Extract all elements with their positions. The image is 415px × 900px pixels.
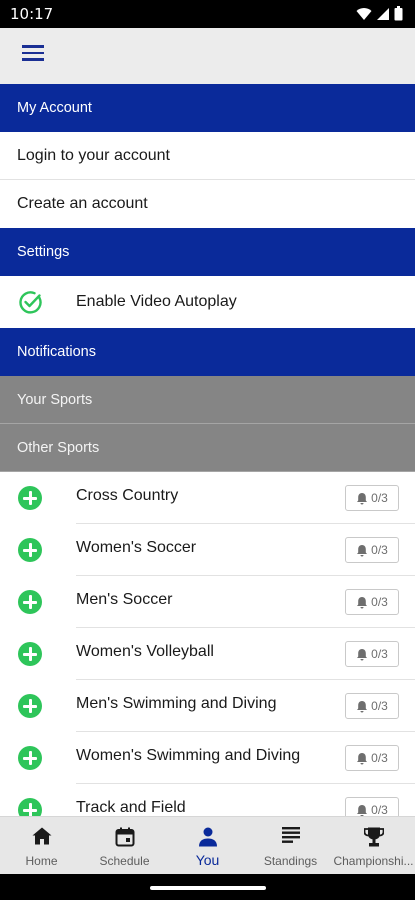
add-sport-icon[interactable] [18,486,42,510]
notification-button[interactable]: 0/3 [345,589,399,615]
signal-icon [377,7,389,20]
app-bar [0,28,415,84]
tab-championships[interactable]: Championshi... [332,817,415,874]
add-sport-icon[interactable] [18,642,42,666]
list-icon [281,827,300,843]
bell-icon [357,700,368,712]
sport-name: Cross Country [76,487,179,504]
person-icon [198,827,217,847]
sport-row: Cross Country 0/3 [0,472,415,524]
notification-count: 0/3 [371,491,388,505]
bell-icon [357,492,368,504]
tab-standings[interactable]: Standings [249,817,332,874]
bell-icon [357,648,368,660]
tab-label: Championshi... [333,854,414,868]
notifications-header: Notifications [0,328,415,376]
bell-icon [357,596,368,608]
status-time: 10:17 [10,5,54,23]
wifi-icon [356,7,372,20]
add-sport-icon[interactable] [18,694,42,718]
your-sports-header: Your Sports [0,376,415,424]
create-account-link[interactable]: Create an account [0,180,415,228]
sport-row: Women's Volleyball 0/3 [0,628,415,680]
notification-button[interactable]: 0/3 [345,693,399,719]
add-sport-icon[interactable] [18,538,42,562]
sport-name: Men's Swimming and Diving [76,695,277,712]
notification-button[interactable]: 0/3 [345,485,399,511]
sport-row: Men's Soccer 0/3 [0,576,415,628]
sport-name: Women's Volleyball [76,643,214,660]
sport-name: Men's Soccer [76,591,173,608]
autoplay-label: Enable Video Autoplay [76,293,237,310]
settings-header: Settings [0,228,415,276]
notification-count: 0/3 [371,595,388,609]
sport-name: Women's Swimming and Diving [76,747,301,764]
notification-button[interactable]: 0/3 [345,537,399,563]
tab-label: Home [25,854,58,868]
bell-icon [357,752,368,764]
sport-name: Track and Field [76,799,186,816]
bell-icon [357,804,368,816]
home-icon [32,827,51,845]
notification-button[interactable]: 0/3 [345,797,399,816]
trophy-icon [363,827,384,847]
sport-row: Men's Swimming and Diving 0/3 [0,680,415,732]
my-account-header: My Account [0,84,415,132]
sport-row: Women's Swimming and Diving 0/3 [0,732,415,784]
hamburger-menu-icon[interactable] [22,45,46,67]
check-circle-icon [19,291,42,314]
bell-icon [357,544,368,556]
sport-row: Track and Field 0/3 [0,784,415,816]
calendar-icon [115,827,134,847]
notification-button[interactable]: 0/3 [345,745,399,771]
status-bar: 10:17 [0,0,415,28]
main-content[interactable]: My Account Login to your account Create … [0,84,415,816]
status-icons [356,6,403,21]
tab-home[interactable]: Home [0,817,83,874]
bottom-tab-bar: Home Schedule You Standings Championshi.… [0,816,415,874]
notification-count: 0/3 [371,699,388,713]
system-nav-bar [0,874,415,900]
battery-icon [394,6,403,21]
notification-count: 0/3 [371,647,388,661]
sport-name: Women's Soccer [76,539,197,556]
other-sports-header: Other Sports [0,424,415,472]
notification-button[interactable]: 0/3 [345,641,399,667]
tab-label: Standings [263,854,318,868]
add-sport-icon[interactable] [18,746,42,770]
login-link[interactable]: Login to your account [0,132,415,180]
home-gesture-pill[interactable] [150,886,266,890]
tab-label: Schedule [99,854,150,868]
tab-label: You [195,852,220,868]
video-autoplay-toggle[interactable]: Enable Video Autoplay [0,276,415,328]
notification-count: 0/3 [371,543,388,557]
add-sport-icon[interactable] [18,798,42,816]
tab-you[interactable]: You [166,817,249,874]
notification-count: 0/3 [371,751,388,765]
tab-schedule[interactable]: Schedule [83,817,166,874]
add-sport-icon[interactable] [18,590,42,614]
sport-row: Women's Soccer 0/3 [0,524,415,576]
notification-count: 0/3 [371,803,388,816]
